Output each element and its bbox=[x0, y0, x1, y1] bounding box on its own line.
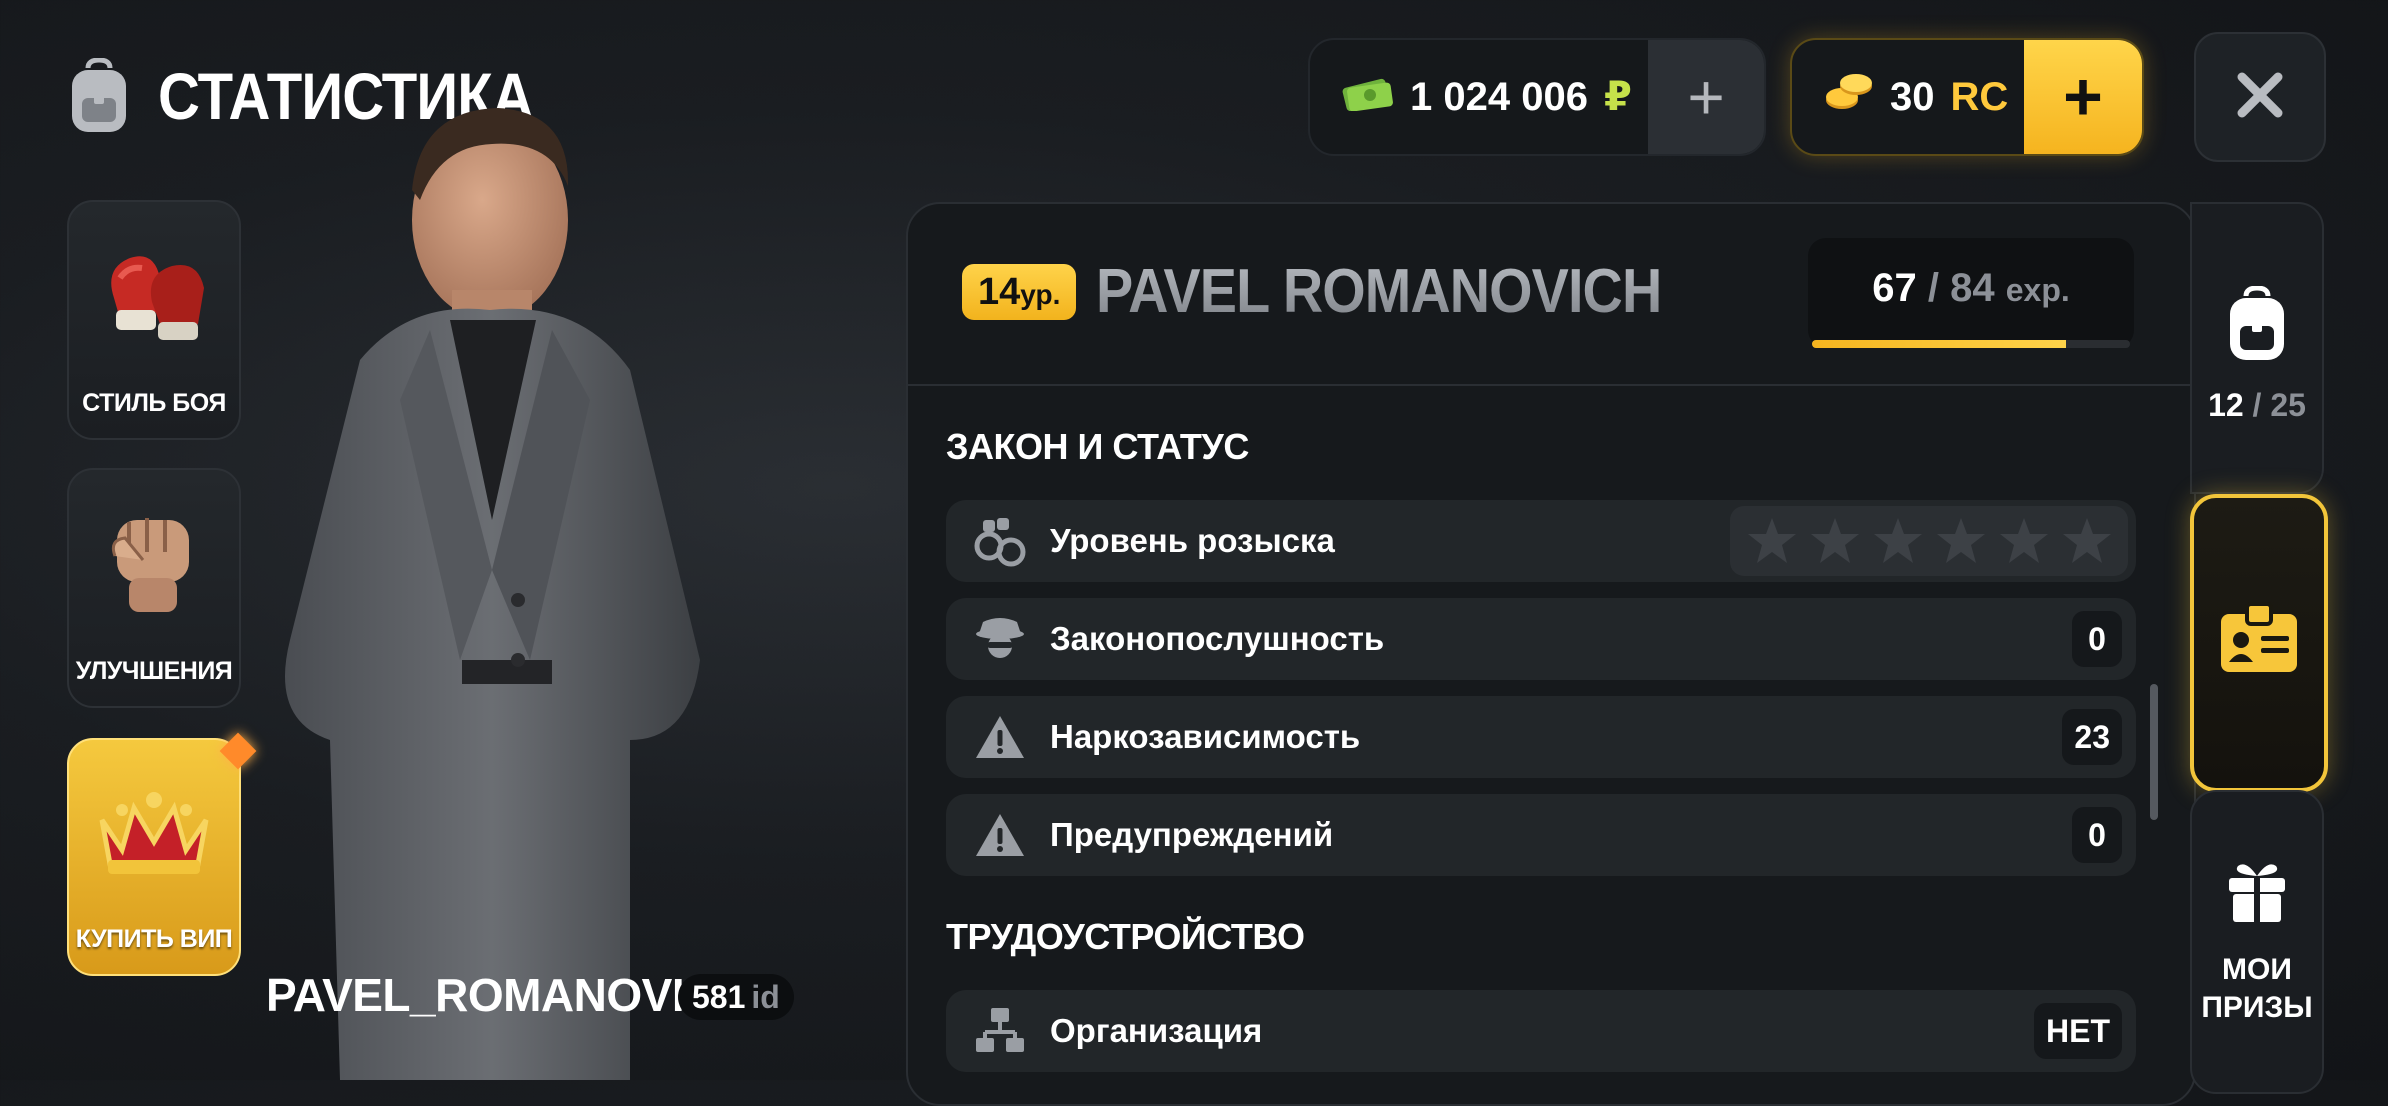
backpack-icon bbox=[2224, 285, 2290, 367]
warnings-row: Предупреждений 0 bbox=[946, 794, 2136, 876]
level-number: 14 bbox=[978, 271, 1021, 313]
rc-symbol: RC bbox=[1950, 74, 2009, 119]
buy-vip-button[interactable]: КУПИТЬ ВИП bbox=[67, 732, 257, 976]
tab-my-prizes[interactable]: МОИ ПРИЗЫ bbox=[2190, 790, 2324, 1094]
experience-bar bbox=[1812, 340, 2130, 348]
player-id: 581 bbox=[692, 978, 746, 1015]
add-rc-button[interactable]: + bbox=[2024, 40, 2142, 154]
wanted-level-label: Уровень розыска bbox=[1050, 522, 1335, 559]
experience-bar-fill bbox=[1812, 340, 2067, 348]
crown-icon bbox=[92, 780, 216, 885]
upgrades-label: УЛУЧШЕНИЯ bbox=[75, 657, 233, 685]
star-icon bbox=[1810, 518, 1859, 563]
law-abiding-label: Законопослушность bbox=[1050, 620, 1385, 657]
organization-icon bbox=[970, 1004, 1030, 1058]
cash-icon bbox=[1342, 73, 1394, 121]
inventory-used: 12 bbox=[2208, 387, 2244, 423]
warnings-value: 0 bbox=[2072, 807, 2122, 863]
exp-separator: / bbox=[1927, 266, 1939, 310]
rc-amount: 30 bbox=[1890, 74, 1935, 119]
boxing-gloves-icon bbox=[94, 238, 214, 353]
my-prizes-line-1: МОИ bbox=[2222, 953, 2292, 986]
inventory-count: 12 / 25 bbox=[2208, 387, 2306, 424]
stats-scrollbar[interactable] bbox=[2150, 684, 2158, 820]
star-icon bbox=[1936, 518, 1985, 563]
drug-addiction-label: Наркозависимость bbox=[1050, 718, 1361, 755]
tab-profile[interactable] bbox=[2190, 494, 2328, 792]
exp-max: 84 bbox=[1950, 266, 1995, 310]
fight-style-button[interactable]: СТИЛЬ БОЯ bbox=[67, 200, 241, 440]
backpack-icon bbox=[66, 58, 132, 134]
star-icon bbox=[1999, 518, 2048, 563]
inventory-separator: / bbox=[2252, 387, 2262, 423]
rc-balance: 30 RC + bbox=[1790, 38, 2144, 156]
fight-style-label: СТИЛЬ БОЯ bbox=[82, 389, 226, 417]
law-abiding-value: 0 bbox=[2072, 611, 2122, 667]
id-card-icon bbox=[2219, 602, 2299, 679]
profile-name: PAVEL ROMANOVICH bbox=[1096, 257, 1662, 326]
warning-icon bbox=[970, 712, 1030, 762]
detective-icon bbox=[970, 612, 1030, 666]
warning-icon bbox=[970, 810, 1030, 860]
player-name: PAVEL_ROMANOVICH bbox=[266, 969, 750, 1021]
exp-unit: exp. bbox=[2005, 272, 2070, 308]
warnings-label: Предупреждений bbox=[1050, 816, 1334, 853]
rub-symbol: ₽ bbox=[1603, 75, 1632, 119]
organization-row: Организация НЕТ bbox=[946, 990, 2136, 1072]
organization-label: Организация bbox=[1050, 1012, 1263, 1049]
upgrades-button[interactable]: УЛУЧШЕНИЯ bbox=[67, 468, 241, 708]
my-prizes-line-2: ПРИЗЫ bbox=[2201, 991, 2313, 1024]
organization-value: НЕТ bbox=[2034, 1003, 2122, 1059]
my-prizes-label: МОИ ПРИЗЫ bbox=[2201, 951, 2312, 1027]
player-character bbox=[230, 100, 770, 1080]
tab-inventory[interactable]: 12 / 25 bbox=[2190, 202, 2324, 494]
inventory-total: 25 bbox=[2270, 387, 2306, 423]
law-abiding-row: Законопослушность 0 bbox=[946, 598, 2136, 680]
experience-box: 67 / 84 exp. bbox=[1808, 238, 2134, 348]
employment-section-title: ТРУДОУСТРОЙСТВО bbox=[946, 916, 1305, 957]
level-unit: ур. bbox=[1020, 279, 1061, 310]
level-badge: 14 ур. bbox=[962, 264, 1077, 320]
close-button[interactable] bbox=[2194, 32, 2326, 162]
player-id-suffix: id bbox=[751, 978, 780, 1015]
wanted-level-row: Уровень розыска bbox=[946, 500, 2136, 582]
stats-panel: 14 ур. PAVEL ROMANOVICH 67 / 84 exp. ЗАК… bbox=[906, 202, 2196, 1106]
star-icon bbox=[2062, 518, 2111, 563]
buy-vip-label: КУПИТЬ ВИП bbox=[75, 925, 233, 953]
rub-balance: 1 024 006 ₽ + bbox=[1308, 38, 1766, 156]
rub-amount: 1 024 006 bbox=[1410, 74, 1588, 119]
exp-current: 67 bbox=[1872, 266, 1917, 310]
drug-addiction-value: 23 bbox=[2062, 709, 2122, 765]
coins-icon bbox=[1824, 70, 1874, 124]
drug-addiction-row: Наркозависимость 23 bbox=[946, 696, 2136, 778]
add-rub-button[interactable]: + bbox=[1648, 40, 1764, 154]
close-icon bbox=[2236, 71, 2284, 124]
wanted-stars bbox=[1730, 506, 2128, 576]
profile-header: 14 ур. PAVEL ROMANOVICH 67 / 84 exp. bbox=[908, 204, 2194, 386]
gift-icon bbox=[2226, 860, 2288, 929]
player-id-badge: 581 id bbox=[678, 974, 794, 1020]
handcuffs-icon bbox=[970, 514, 1030, 568]
fist-icon bbox=[99, 500, 209, 625]
experience-text: 67 / 84 exp. bbox=[1808, 266, 2134, 311]
star-icon bbox=[1747, 518, 1796, 563]
law-section-title: ЗАКОН И СТАТУС bbox=[946, 426, 1249, 467]
star-icon bbox=[1873, 518, 1922, 563]
